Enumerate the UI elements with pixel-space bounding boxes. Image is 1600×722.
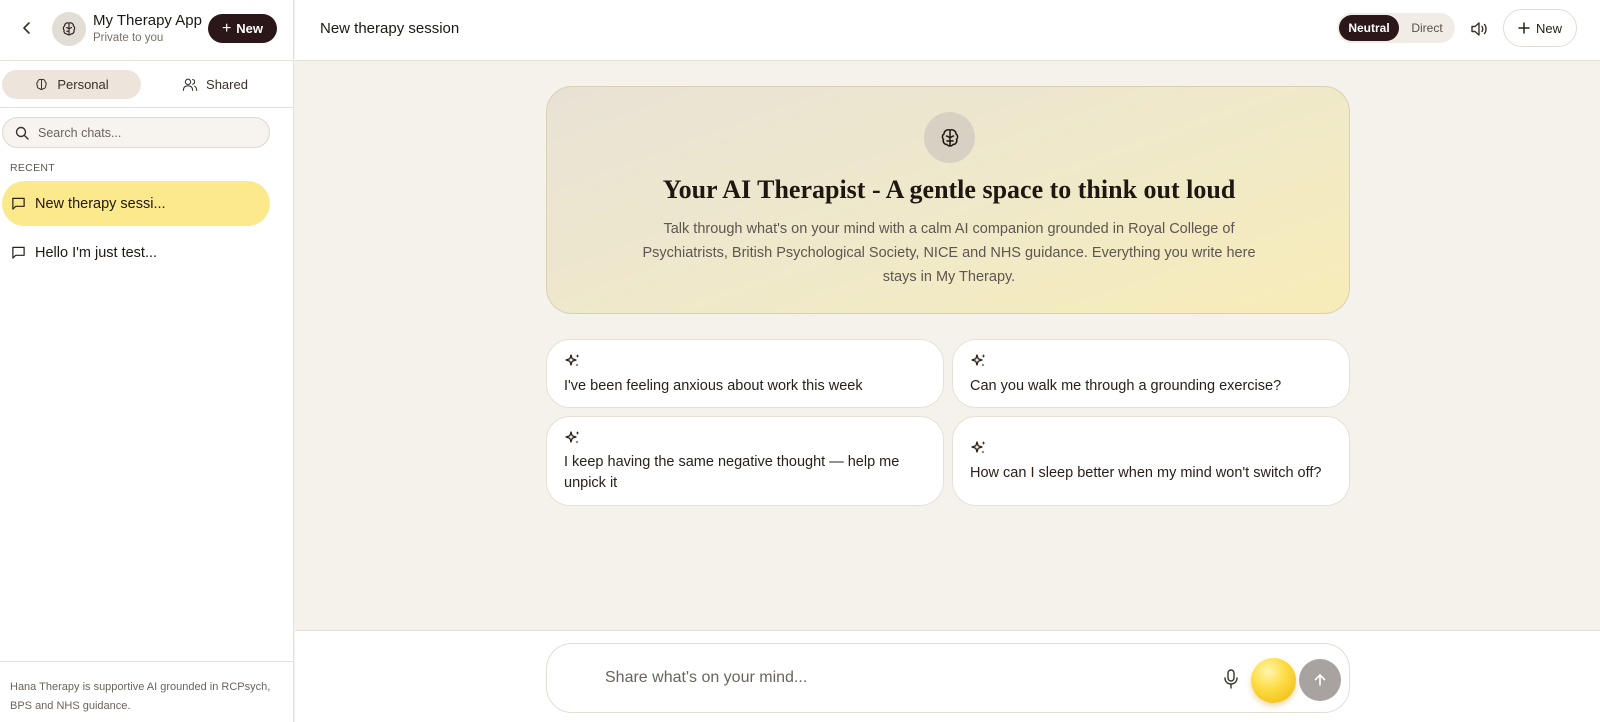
brain-icon bbox=[36, 78, 48, 90]
search-icon bbox=[15, 126, 29, 140]
suggestion-text: I keep having the same negative thought … bbox=[564, 454, 900, 491]
brain-icon bbox=[941, 128, 958, 147]
chat-list-item-label: Hello I'm just test... bbox=[35, 244, 158, 261]
sidebar-header: My Therapy App Private to you + New bbox=[0, 0, 294, 60]
hero-avatar bbox=[924, 112, 975, 163]
speaker-icon bbox=[1471, 22, 1487, 36]
new-session-button[interactable]: New bbox=[1503, 9, 1577, 47]
tab-personal[interactable]: Personal bbox=[2, 70, 141, 99]
new-chat-button[interactable]: + New bbox=[208, 14, 277, 43]
suggestion-text: Can you walk me through a grounding exer… bbox=[970, 378, 1282, 394]
tab-personal-label: Personal bbox=[57, 77, 109, 92]
suggestion-text: How can I sleep better when my mind won'… bbox=[970, 465, 1322, 481]
voice-orb-button[interactable] bbox=[1251, 658, 1296, 703]
send-button[interactable] bbox=[1299, 659, 1341, 701]
suggestion-card[interactable]: How can I sleep better when my mind won'… bbox=[952, 416, 1350, 506]
hero-title: Your AI Therapist - A gentle space to th… bbox=[662, 175, 1236, 204]
speaker-button[interactable] bbox=[1469, 19, 1489, 39]
message-square-icon bbox=[12, 246, 25, 259]
sparkles-icon bbox=[565, 431, 580, 444]
app-subtitle: Private to you bbox=[93, 32, 164, 44]
suggestion-card[interactable]: I keep having the same negative thought … bbox=[546, 416, 944, 506]
sparkles-icon bbox=[971, 354, 986, 367]
sparkles-icon bbox=[565, 354, 580, 367]
plus-icon: + bbox=[221, 19, 232, 37]
tone-option-neutral[interactable]: Neutral bbox=[1339, 15, 1399, 41]
session-title: New therapy session bbox=[320, 20, 460, 37]
welcome-hero: Your AI Therapist - A gentle space to th… bbox=[546, 86, 1350, 314]
new-chat-button-label: New bbox=[236, 21, 264, 36]
search-input[interactable] bbox=[38, 125, 248, 140]
arrow-up-icon bbox=[1314, 674, 1326, 686]
hero-description: Talk through what's on your mind with a … bbox=[642, 221, 1256, 285]
chat-list-item-label: New therapy sessi... bbox=[35, 195, 166, 212]
top-bar: New therapy session Neutral Direct New bbox=[295, 0, 1600, 61]
sidebar-footer-disclaimer: Hana Therapy is supportive AI grounded i… bbox=[0, 661, 294, 722]
sidebar: My Therapy App Private to you + New Pers… bbox=[0, 0, 294, 722]
chat-list-item[interactable]: Hello I'm just test... bbox=[2, 230, 270, 275]
chat-list-item[interactable]: New therapy sessi... bbox=[2, 181, 270, 226]
plus-icon bbox=[1518, 22, 1530, 34]
sidebar-tabs: Personal Shared bbox=[0, 60, 294, 108]
app-avatar bbox=[52, 12, 86, 46]
tone-option-direct[interactable]: Direct bbox=[1401, 15, 1453, 41]
app-title: My Therapy App bbox=[93, 12, 202, 29]
recent-section-label: RECENT bbox=[10, 162, 55, 174]
suggestion-text: I've been feeling anxious about work thi… bbox=[564, 378, 863, 394]
microphone-button[interactable] bbox=[1221, 668, 1241, 690]
tab-shared-label: Shared bbox=[206, 77, 248, 92]
suggestion-card[interactable]: Can you walk me through a grounding exer… bbox=[952, 339, 1350, 408]
message-composer bbox=[546, 643, 1350, 713]
message-input[interactable] bbox=[605, 666, 1165, 690]
back-button[interactable] bbox=[17, 18, 37, 38]
sparkles-icon bbox=[971, 441, 986, 454]
microphone-icon bbox=[1224, 669, 1238, 689]
brain-icon bbox=[62, 22, 76, 36]
suggestion-card[interactable]: I've been feeling anxious about work thi… bbox=[546, 339, 944, 408]
tone-toggle: Neutral Direct bbox=[1337, 13, 1455, 43]
search-box bbox=[2, 117, 270, 148]
message-square-icon bbox=[12, 197, 25, 210]
chevron-left-icon bbox=[23, 22, 30, 34]
new-session-button-label: New bbox=[1535, 20, 1562, 36]
tab-shared[interactable]: Shared bbox=[150, 70, 280, 99]
users-icon bbox=[182, 78, 198, 92]
